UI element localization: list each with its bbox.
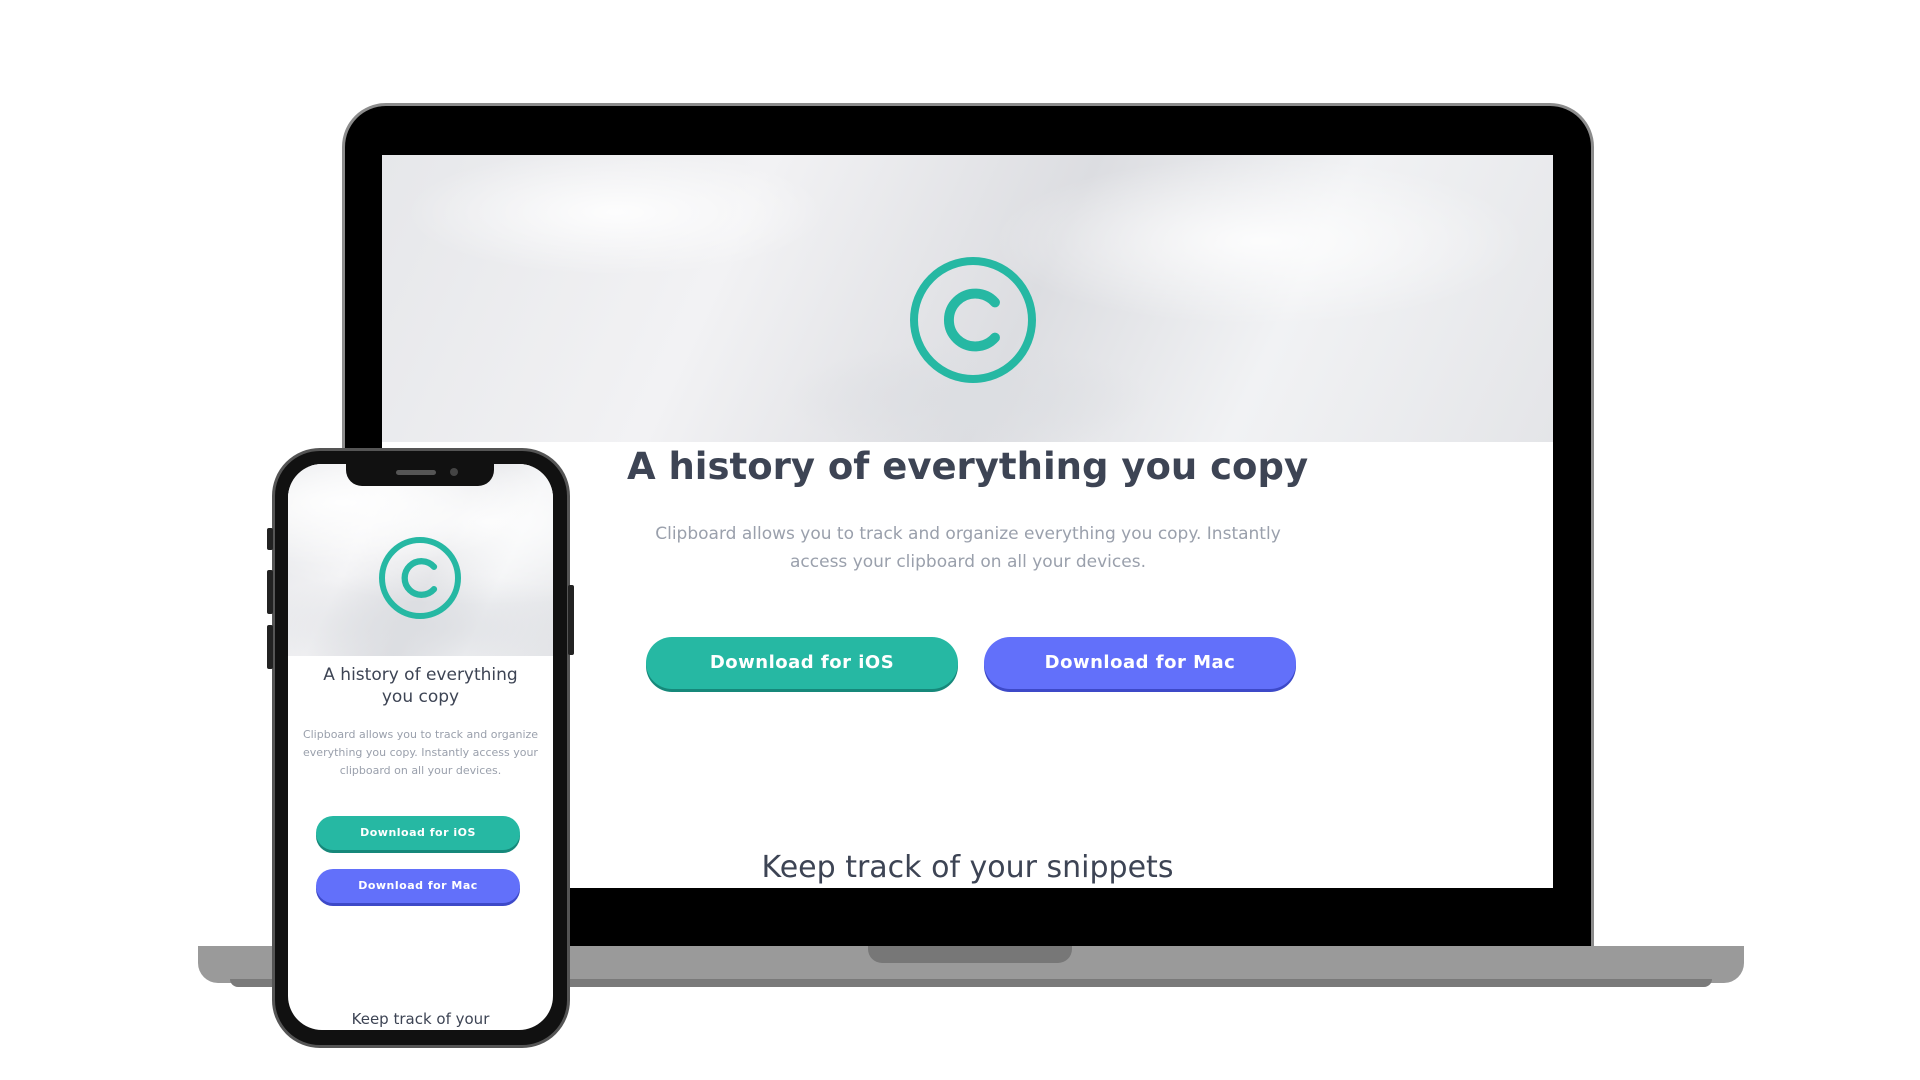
mobile-hero-banner bbox=[288, 464, 553, 656]
mobile-download-ios-button[interactable]: Download for iOS bbox=[316, 816, 520, 850]
phone-volume-up bbox=[267, 570, 273, 614]
mobile-page-description: Clipboard allows you to track and organi… bbox=[302, 728, 539, 777]
phone-speaker bbox=[396, 470, 436, 475]
mobile-section-heading: Keep track of your bbox=[351, 1010, 490, 1028]
device-mockup-stage: A history of everything you copy Clipboa… bbox=[0, 0, 1920, 1080]
download-ios-button[interactable]: Download for iOS bbox=[646, 637, 958, 689]
phone-camera bbox=[450, 468, 458, 476]
laptop-hinge-notch bbox=[868, 946, 1072, 963]
phone-volume-down bbox=[267, 625, 273, 669]
page-description: Clipboard allows you to track and organi… bbox=[655, 524, 1281, 572]
phone-mute-switch bbox=[267, 528, 273, 550]
phone-power-button bbox=[568, 585, 574, 655]
mobile-page-title: A history of everything you copy bbox=[323, 665, 518, 707]
copyright-icon bbox=[910, 257, 1036, 383]
download-mac-button[interactable]: Download for Mac bbox=[984, 637, 1296, 689]
mobile-download-mac-button[interactable]: Download for Mac bbox=[316, 869, 520, 903]
copyright-icon bbox=[379, 537, 461, 619]
phone-screen: A history of everything you copy Clipboa… bbox=[288, 464, 553, 1030]
hero-banner bbox=[382, 155, 1553, 442]
